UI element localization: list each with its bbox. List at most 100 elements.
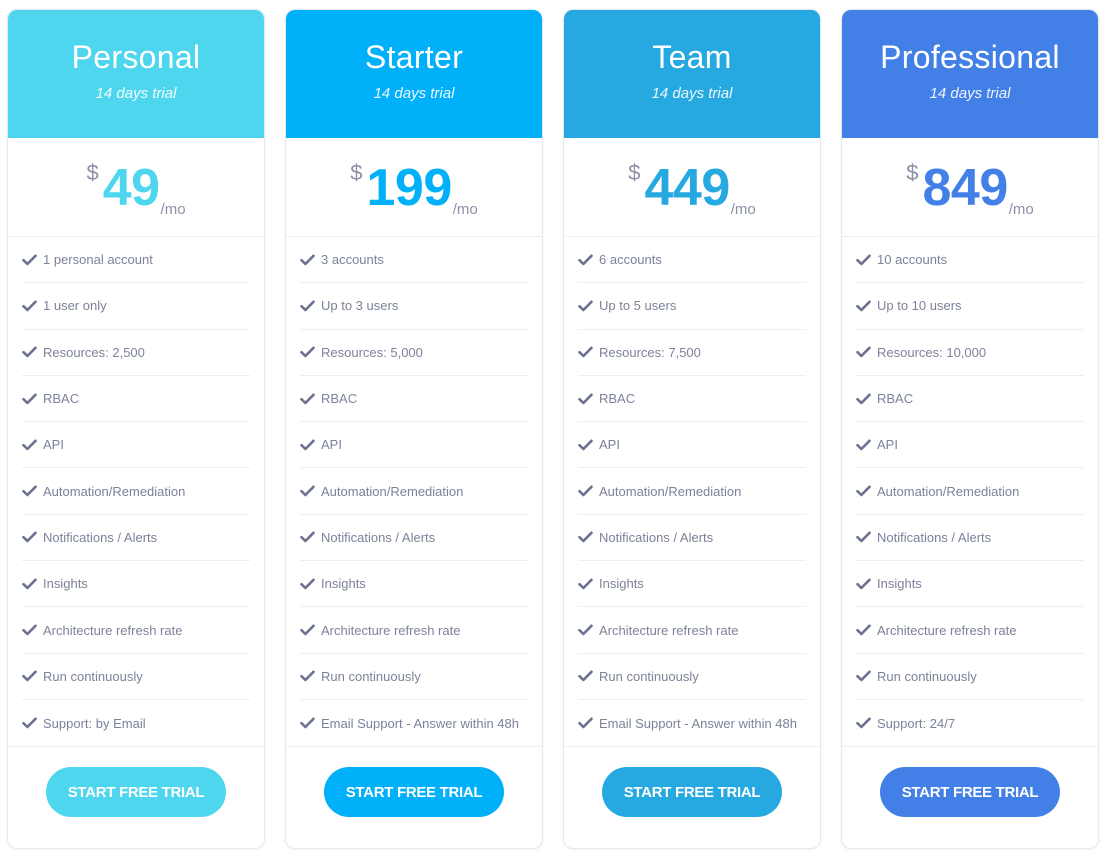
feature-label: API xyxy=(321,437,342,453)
feature-label: 1 personal account xyxy=(43,252,153,268)
check-icon xyxy=(856,578,871,590)
check-icon xyxy=(578,300,593,312)
start-free-trial-button[interactable]: START FREE TRIAL xyxy=(602,767,782,818)
feature-label: Up to 3 users xyxy=(321,298,399,314)
pricing-card-starter: Starter 14 days trial $ 199 /mo 3 accoun… xyxy=(285,9,543,849)
plan-name: Personal xyxy=(71,39,201,75)
check-icon xyxy=(22,578,37,590)
feature-label: Architecture refresh rate xyxy=(43,622,183,638)
plan-name: Starter xyxy=(364,39,464,75)
pricing-card-professional: Professional 14 days trial $ 849 /mo 10 … xyxy=(841,9,1099,849)
feature-item: RBAC xyxy=(856,376,1084,423)
feature-item: Notifications / Alerts xyxy=(578,515,806,562)
feature-item: 1 user only xyxy=(22,283,250,330)
price-amount: 49 xyxy=(102,159,160,217)
check-icon xyxy=(856,670,871,682)
price-currency: $ xyxy=(628,160,641,185)
feature-label: Architecture refresh rate xyxy=(321,622,461,638)
feature-item: Resources: 5,000 xyxy=(300,330,528,376)
plan-name: Team xyxy=(652,39,732,75)
plan-price: $ 199 /mo xyxy=(286,138,542,237)
start-free-trial-button[interactable]: START FREE TRIAL xyxy=(324,767,504,818)
feature-item: Notifications / Alerts xyxy=(300,515,528,562)
feature-item: 10 accounts xyxy=(856,237,1084,284)
check-icon xyxy=(856,624,871,636)
feature-item: Notifications / Alerts xyxy=(22,515,250,562)
feature-item: Support: 24/7 xyxy=(856,700,1084,746)
check-icon xyxy=(22,300,37,312)
feature-label: Automation/Remediation xyxy=(599,483,742,499)
price-period: /mo xyxy=(1008,201,1034,218)
price-currency: $ xyxy=(350,160,363,185)
feature-label: 10 accounts xyxy=(877,252,948,268)
check-icon xyxy=(300,439,315,451)
check-icon xyxy=(856,717,871,729)
price-currency: $ xyxy=(906,160,919,185)
check-icon xyxy=(22,670,37,682)
pricing-card-team: Team 14 days trial $ 449 /mo 6 accounts U… xyxy=(563,9,821,849)
plan-price: $ 49 /mo xyxy=(8,138,264,237)
check-icon xyxy=(300,670,315,682)
feature-item: Insights xyxy=(578,561,806,608)
feature-label: Notifications / Alerts xyxy=(877,529,992,545)
check-icon xyxy=(300,578,315,590)
check-icon xyxy=(300,254,315,265)
check-icon xyxy=(22,624,37,636)
pricing-card-personal: Personal 14 days trial $ 49 /mo 1 person… xyxy=(7,9,265,849)
check-icon xyxy=(578,578,593,590)
check-icon xyxy=(22,531,37,543)
feature-label: RBAC xyxy=(877,391,914,407)
plan-header: Starter 14 days trial xyxy=(286,10,542,138)
check-icon xyxy=(300,300,315,312)
feature-label: Automation/Remediation xyxy=(321,483,464,499)
check-icon xyxy=(22,346,37,358)
feature-item: API xyxy=(578,422,806,469)
feature-item: 3 accounts xyxy=(300,237,528,284)
check-icon xyxy=(22,254,37,265)
feature-label: Insights xyxy=(599,576,644,592)
pricing-plans: Personal 14 days trial $ 49 /mo 1 person… xyxy=(7,9,1099,849)
price-period: /mo xyxy=(730,201,756,218)
feature-item: Run continuously xyxy=(578,654,806,700)
check-icon xyxy=(300,393,315,404)
plan-header: Professional 14 days trial xyxy=(842,10,1098,138)
feature-label: RBAC xyxy=(321,391,358,407)
price-amount: 199 xyxy=(366,159,452,217)
feature-label: Run continuously xyxy=(599,668,699,684)
feature-item: Insights xyxy=(300,561,528,608)
check-icon xyxy=(300,346,315,358)
check-icon xyxy=(578,346,593,358)
feature-item: Email Support - Answer within 48h xyxy=(578,700,806,746)
feature-item: Up to 5 users xyxy=(578,283,806,330)
plan-trial-label: 14 days trial xyxy=(651,85,733,102)
check-icon xyxy=(300,485,315,497)
feature-label: Notifications / Alerts xyxy=(43,529,158,545)
feature-label: Up to 10 users xyxy=(877,298,962,314)
plan-footer: START FREE TRIAL xyxy=(8,746,264,848)
check-icon xyxy=(578,254,593,265)
feature-item: Insights xyxy=(22,561,250,608)
check-icon xyxy=(578,485,593,497)
check-icon xyxy=(856,485,871,497)
feature-item: API xyxy=(856,422,1084,469)
start-free-trial-button[interactable]: START FREE TRIAL xyxy=(880,767,1060,818)
feature-label: Run continuously xyxy=(321,668,421,684)
check-icon xyxy=(856,531,871,543)
price-amount: 449 xyxy=(644,159,730,217)
feature-label: Resources: 2,500 xyxy=(43,344,145,360)
check-icon xyxy=(578,670,593,682)
check-icon xyxy=(578,393,593,404)
feature-item: Email Support - Answer within 48h xyxy=(300,700,528,746)
plan-trial-label: 14 days trial xyxy=(373,85,455,102)
start-free-trial-button[interactable]: START FREE TRIAL xyxy=(46,767,226,818)
feature-item: Notifications / Alerts xyxy=(856,515,1084,562)
feature-label: Support: 24/7 xyxy=(877,715,956,731)
plan-trial-label: 14 days trial xyxy=(95,85,177,102)
feature-label: Email Support - Answer within 48h xyxy=(321,715,519,731)
plan-name: Professional xyxy=(880,39,1060,75)
feature-item: RBAC xyxy=(578,376,806,423)
feature-list: 10 accounts Up to 10 users Resources: 10,0… xyxy=(842,237,1098,746)
plan-header: Personal 14 days trial xyxy=(8,10,264,138)
feature-item: API xyxy=(300,422,528,469)
price-period: /mo xyxy=(160,201,186,218)
